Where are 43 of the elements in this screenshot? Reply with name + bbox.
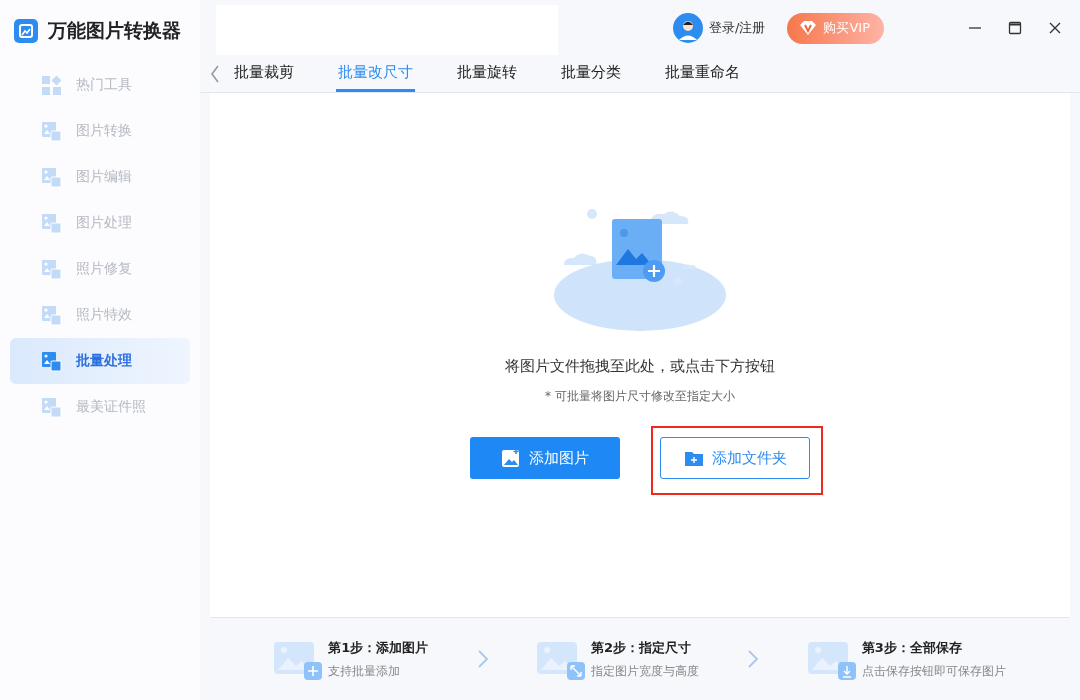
buy-vip-button[interactable]: 购买VIP: [787, 12, 884, 44]
tab[interactable]: 批量分类: [559, 56, 623, 92]
tool-icon: [41, 396, 62, 418]
close-icon[interactable]: [1048, 21, 1062, 35]
step-subtitle: 支持批量添加: [328, 662, 402, 680]
tool-icon: [41, 120, 62, 142]
app-title: 万能图片转换器: [48, 18, 181, 43]
tool-icon: [41, 212, 62, 234]
login-link[interactable]: 登录/注册: [709, 19, 766, 37]
tab[interactable]: 批量重命名: [663, 56, 742, 92]
add-image-button[interactable]: 添加图片: [470, 437, 620, 479]
folder-add-icon: [683, 449, 704, 467]
avatar-icon[interactable]: [673, 13, 704, 43]
sidebar-item[interactable]: 照片特效: [10, 292, 190, 338]
step-title: 第2步：指定尺寸: [591, 638, 693, 657]
tab[interactable]: 批量旋转: [455, 56, 519, 92]
tool-icon: [41, 166, 62, 188]
sidebar-item[interactable]: 最美证件照: [10, 384, 190, 430]
sidebar-item[interactable]: 照片修复: [10, 246, 190, 292]
sidebar-item[interactable]: 图片转换: [10, 108, 190, 154]
add-folder-button[interactable]: 添加文件夹: [660, 437, 810, 479]
tool-icon: [41, 350, 62, 372]
drop-hint: 将图片文件拖拽至此处，或点击下方按钮: [505, 357, 775, 376]
sidebar-item[interactable]: 热门工具: [10, 62, 190, 108]
step-subtitle: 指定图片宽度与高度: [591, 662, 699, 680]
tab[interactable]: 批量裁剪: [232, 56, 296, 92]
maximize-icon[interactable]: [1008, 21, 1022, 35]
size-note: * 可批量将图片尺寸修改至指定大小: [545, 388, 735, 405]
image-add-icon: [501, 448, 521, 468]
chevron-right-icon: [747, 649, 760, 669]
chevron-left-icon[interactable]: [210, 65, 220, 83]
step-title: 第3步：全部保存: [861, 638, 963, 657]
sidebar-item[interactable]: 图片处理: [10, 200, 190, 246]
app-logo-icon: [14, 19, 38, 43]
tool-icon: [41, 258, 62, 280]
diamond-icon: [799, 20, 818, 36]
sidebar-item[interactable]: 批量处理: [10, 338, 190, 384]
tool-icon: [41, 74, 62, 96]
step-title: 第1步：添加图片: [328, 638, 429, 657]
chevron-right-icon: [476, 649, 489, 669]
step-subtitle: 点击保存按钮即可保存图片: [861, 662, 1006, 680]
sidebar-item[interactable]: 图片编辑: [10, 154, 190, 200]
tool-icon: [41, 304, 62, 326]
